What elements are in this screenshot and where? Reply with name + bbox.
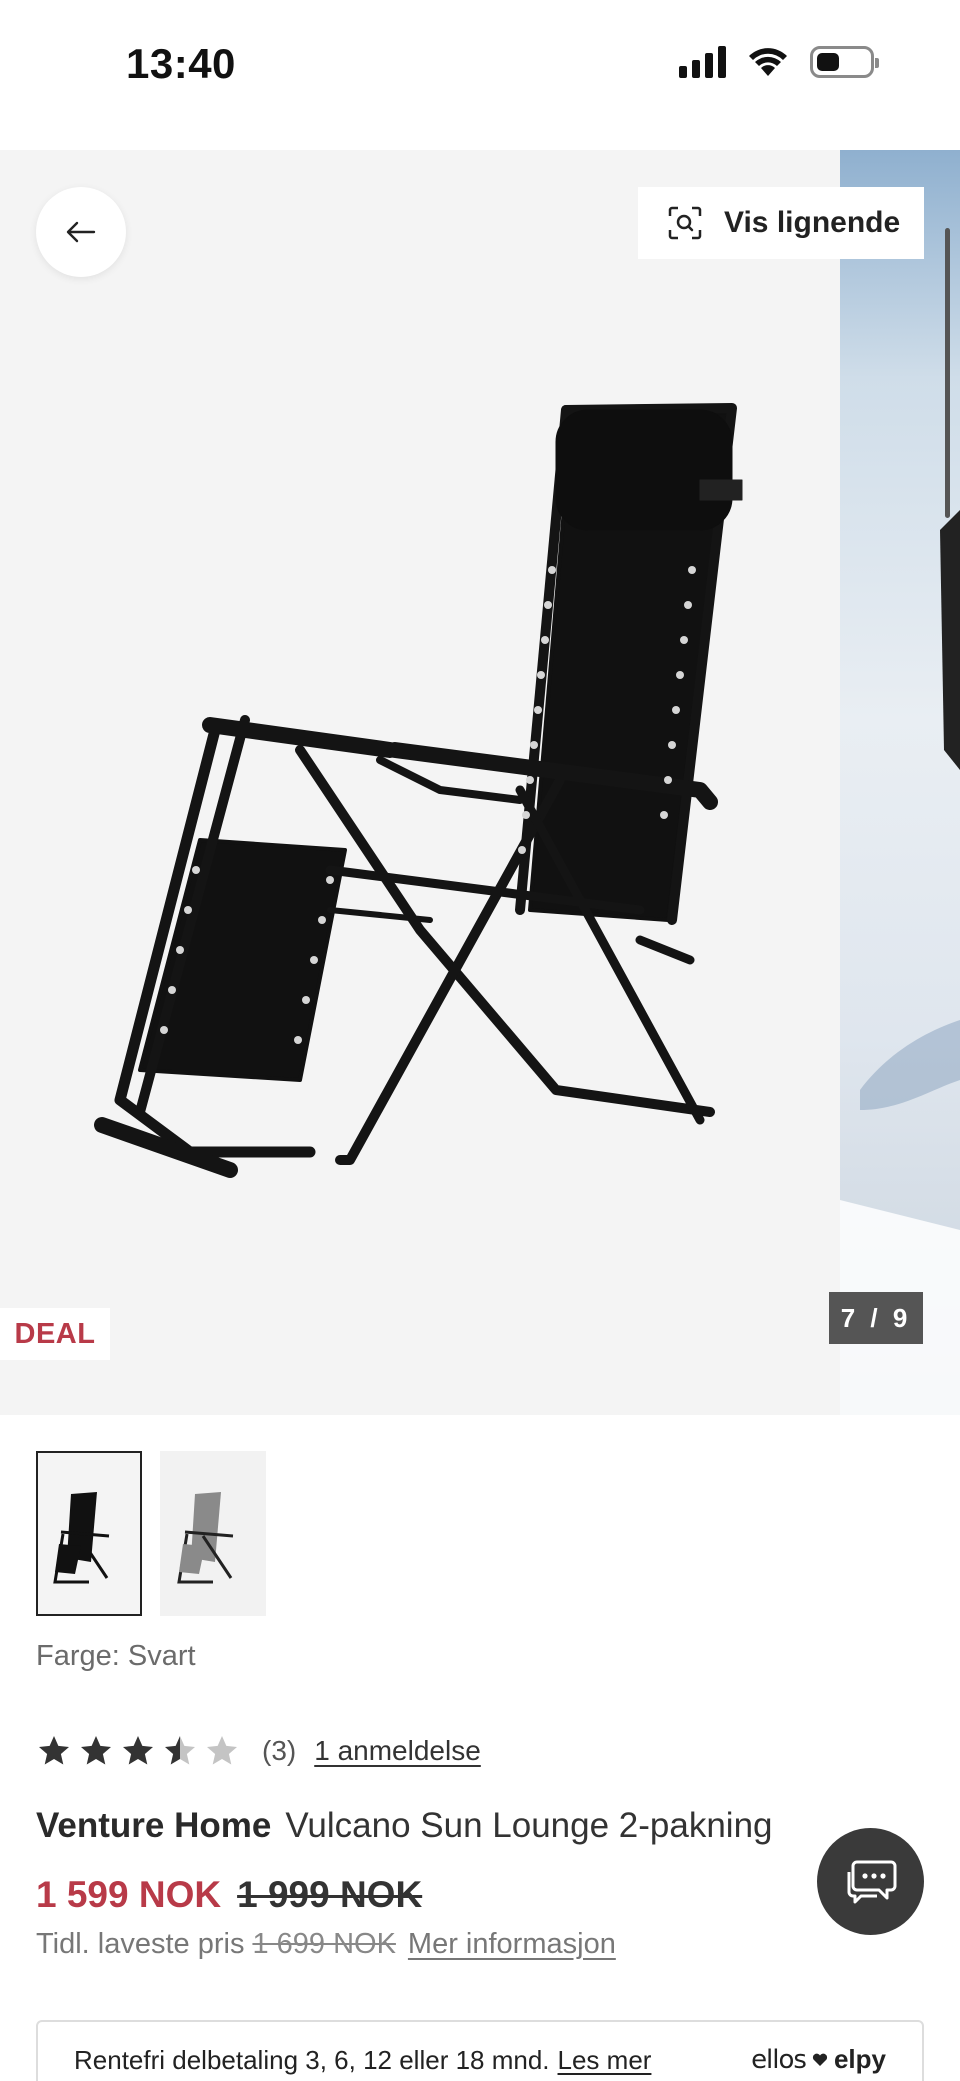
show-similar-button[interactable]: Vis lignende bbox=[638, 187, 924, 259]
product-name: Vulcano Sun Lounge 2-pakning bbox=[285, 1806, 773, 1845]
star-icon bbox=[123, 1736, 153, 1765]
next-product-image[interactable] bbox=[840, 150, 960, 1415]
price-row: 1 599 NOK 1 999 NOK bbox=[36, 1874, 422, 1916]
star-empty-icon bbox=[207, 1736, 237, 1765]
more-info-link[interactable]: Mer informasjon bbox=[408, 1928, 616, 1960]
partner-logos: ellos elpy bbox=[751, 2044, 886, 2075]
lowest-price-value: 1 699 NOK bbox=[252, 1928, 396, 1960]
lounger-illustration bbox=[94, 403, 743, 1178]
show-similar-label: Vis lignende bbox=[724, 206, 901, 239]
status-bar: 13:40 bbox=[0, 0, 960, 150]
wifi-icon bbox=[749, 48, 787, 76]
thumbnail-black[interactable] bbox=[36, 1451, 142, 1616]
reviews-link[interactable]: 1 anmeldelse bbox=[314, 1735, 481, 1767]
elpy-logo: elpy bbox=[833, 2044, 886, 2074]
star-rating bbox=[36, 1733, 240, 1769]
deal-badge: DEAL bbox=[0, 1308, 110, 1360]
gallery-scroll-indicator bbox=[945, 228, 950, 518]
visual-search-icon bbox=[668, 206, 702, 240]
product-title: Venture Home Vulcano Sun Lounge 2-pakning bbox=[36, 1806, 773, 1846]
current-price: 1 599 NOK bbox=[36, 1874, 222, 1915]
chat-icon bbox=[847, 1860, 896, 1903]
read-more-link[interactable]: Les mer bbox=[558, 2045, 652, 2076]
thumbnail-grey[interactable] bbox=[160, 1451, 266, 1616]
rating-count: (3) bbox=[262, 1735, 297, 1766]
installment-text: Rentefri delbetaling 3, 6, 12 eller 18 m… bbox=[74, 2044, 550, 2075]
chat-button[interactable] bbox=[817, 1828, 924, 1935]
status-icons bbox=[679, 46, 879, 78]
original-price: 1 999 NOK bbox=[237, 1874, 423, 1915]
brand-name[interactable]: Venture Home bbox=[36, 1806, 271, 1845]
image-counter: 7 / 9 bbox=[829, 1292, 923, 1344]
product-gallery[interactable]: Vis lignende DEAL 7 / 9 bbox=[0, 150, 960, 1415]
color-label: Farge: Svart bbox=[36, 1640, 196, 1672]
ellos-logo: ellos bbox=[751, 2044, 807, 2075]
thumbnail-strip bbox=[36, 1451, 266, 1616]
status-time: 13:40 bbox=[126, 40, 236, 87]
back-button[interactable] bbox=[36, 187, 126, 277]
lowest-price-row: Tidl. laveste pris 1 699 NOK Mer informasj… bbox=[36, 1928, 616, 1961]
star-icon bbox=[39, 1736, 69, 1765]
lowest-price-label: Tidl. laveste pris bbox=[36, 1928, 245, 1960]
star-icon bbox=[81, 1736, 111, 1765]
product-image-lounger[interactable] bbox=[0, 150, 840, 1415]
back-arrow-icon bbox=[66, 221, 96, 243]
deal-badge-text: DEAL bbox=[14, 1317, 96, 1350]
signal-icon bbox=[679, 46, 726, 78]
installment-banner: Rentefri delbetaling 3, 6, 12 eller 18 m… bbox=[36, 2020, 924, 2081]
heart-icon bbox=[812, 2053, 828, 2066]
star-half-icon bbox=[165, 1736, 195, 1765]
battery-icon bbox=[810, 46, 879, 78]
rating-row: (3) 1 anmeldelse bbox=[36, 1733, 481, 1769]
